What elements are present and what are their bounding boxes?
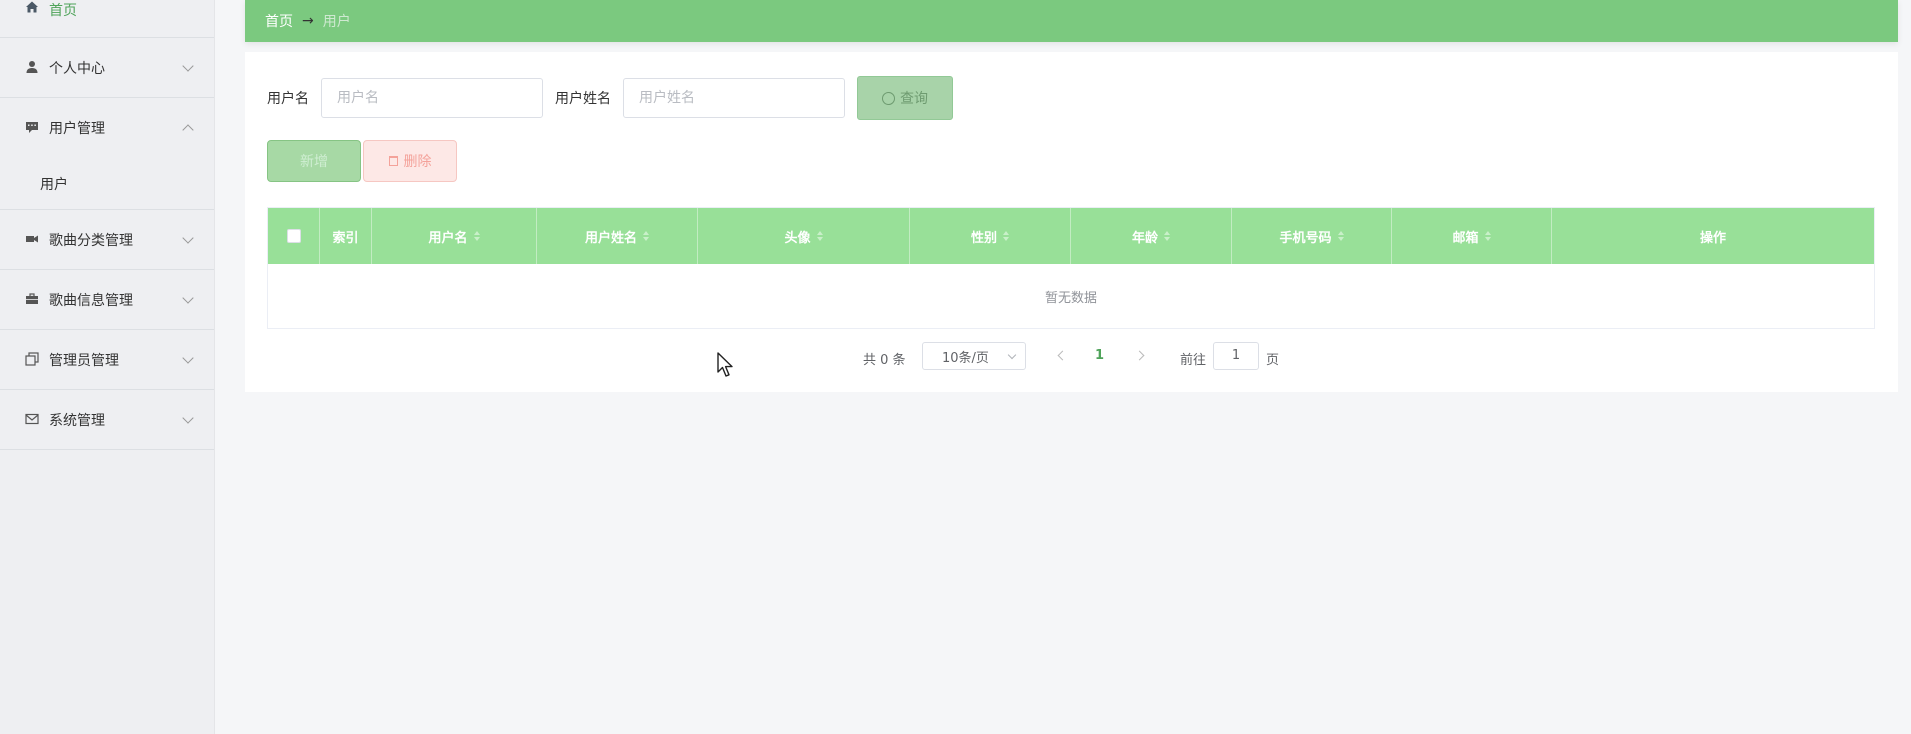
column-label: 邮箱	[1452, 230, 1479, 246]
column-label: 头像	[784, 230, 811, 246]
goto-label: 前往	[1180, 353, 1207, 368]
delete-button-label: 删除	[403, 154, 432, 170]
select-all-checkbox[interactable]	[286, 229, 301, 243]
trash-icon	[388, 156, 398, 166]
column-header-actions: 操作	[1552, 208, 1874, 264]
sidebar-item-label: 用户管理	[49, 121, 105, 137]
column-header-realname[interactable]: 用户姓名	[537, 208, 698, 264]
search-form: 用户名 用户姓名 查询	[267, 76, 953, 120]
delete-button[interactable]: 删除	[363, 140, 457, 182]
add-button-label: 新增	[300, 154, 328, 170]
chevron-down-icon	[1007, 350, 1017, 360]
table-header: 索引 用户名 用户姓名 头像 性别 年龄 手机号码 邮箱 操作	[268, 208, 1874, 264]
main-panel: 用户名 用户姓名 查询 新增 删除 索引 用户名 用户姓名	[245, 52, 1898, 392]
sidebar-item-label: 个人中心	[49, 60, 105, 77]
sidebar-item-label: 歌曲信息管理	[49, 292, 133, 309]
copy-icon	[24, 351, 40, 368]
table-empty-state: 暂无数据	[268, 264, 1874, 328]
sidebar-item-admin-management[interactable]: 管理员管理	[0, 330, 214, 390]
breadcrumb-current: 用户	[322, 14, 351, 30]
next-page-icon[interactable]	[1134, 350, 1145, 361]
column-header-email[interactable]: 邮箱	[1392, 208, 1552, 264]
prev-page-icon[interactable]	[1057, 350, 1068, 361]
realname-label: 用户姓名	[555, 91, 611, 107]
sort-icon[interactable]	[1164, 231, 1170, 241]
sort-icon[interactable]	[1003, 231, 1009, 241]
sidebar-item-label: 歌曲分类管理	[49, 232, 133, 249]
search-icon	[882, 91, 895, 105]
breadcrumb-separator: →	[302, 13, 314, 29]
sort-icon[interactable]	[1337, 231, 1344, 241]
chevron-down-icon	[182, 411, 194, 424]
column-label: 用户名	[428, 230, 468, 246]
column-header-phone[interactable]: 手机号码	[1232, 208, 1392, 264]
mail-icon	[24, 412, 40, 428]
column-label: 年龄	[1131, 230, 1158, 246]
message-icon	[24, 120, 40, 136]
user-table: 索引 用户名 用户姓名 头像 性别 年龄 手机号码 邮箱 操作 暂无数据	[267, 207, 1875, 329]
chevron-down-icon	[182, 59, 194, 72]
column-header-index: 索引	[320, 208, 372, 264]
sidebar: 首页 个人中心 用户管理 用户 歌曲分类管理 歌曲信息管理 管理员管理 系统管理	[0, 0, 215, 734]
sort-icon[interactable]	[643, 231, 649, 241]
sidebar-item-song-info[interactable]: 歌曲信息管理	[0, 270, 214, 330]
username-input[interactable]	[321, 78, 543, 118]
sidebar-item-personal-center[interactable]: 个人中心	[0, 38, 214, 98]
chevron-up-icon	[182, 124, 194, 136]
empty-text: 暂无数据	[1044, 290, 1097, 306]
sidebar-item-song-category[interactable]: 歌曲分类管理	[0, 210, 214, 270]
column-label: 索引	[332, 230, 359, 246]
goto-page-input[interactable]: 1	[1213, 342, 1259, 370]
page-size-value: 10条/页	[942, 350, 989, 366]
sidebar-item-label: 首页	[49, 3, 77, 19]
page-size-select[interactable]: 10条/页	[922, 342, 1026, 370]
mouse-cursor-icon	[717, 352, 733, 377]
select-all-cell	[268, 208, 320, 264]
page-number-current[interactable]: 1	[1095, 348, 1104, 363]
chevron-down-icon	[182, 351, 194, 364]
home-icon	[24, 0, 40, 16]
sidebar-item-label: 系统管理	[49, 412, 105, 429]
sidebar-subitem-user[interactable]: 用户	[0, 158, 214, 210]
add-button[interactable]: 新增	[267, 140, 361, 182]
sort-icon[interactable]	[1484, 231, 1491, 241]
column-header-username[interactable]: 用户名	[372, 208, 537, 264]
column-header-age[interactable]: 年龄	[1071, 208, 1232, 264]
sort-icon[interactable]	[473, 231, 480, 241]
query-button[interactable]: 查询	[857, 76, 953, 120]
column-label: 操作	[1699, 230, 1726, 246]
sidebar-item-user-management[interactable]: 用户管理	[0, 98, 214, 158]
sidebar-item-system-management[interactable]: 系统管理	[0, 390, 214, 450]
realname-input[interactable]	[623, 78, 845, 118]
sort-icon[interactable]	[816, 231, 823, 241]
query-button-label: 查询	[900, 91, 928, 107]
sidebar-item-home[interactable]: 首页	[0, 0, 214, 38]
user-icon	[24, 60, 40, 76]
column-header-gender[interactable]: 性别	[910, 208, 1071, 264]
column-label: 用户姓名	[584, 230, 637, 246]
pagination: 共 0 条 10条/页 1 前往 1 页	[245, 342, 1898, 372]
breadcrumb: 首页 → 用户	[245, 0, 1898, 42]
chevron-down-icon	[182, 291, 194, 304]
page-unit-label: 页	[1266, 353, 1280, 368]
chevron-down-icon	[182, 231, 194, 244]
column-header-avatar[interactable]: 头像	[698, 208, 910, 264]
briefcase-icon	[24, 292, 40, 308]
column-label: 手机号码	[1279, 230, 1332, 246]
breadcrumb-home[interactable]: 首页	[265, 11, 293, 31]
sidebar-item-label: 管理员管理	[49, 352, 119, 369]
username-label: 用户名	[267, 91, 309, 107]
pagination-total: 共 0 条	[863, 353, 906, 368]
column-label: 性别	[970, 230, 997, 246]
video-icon	[24, 232, 40, 248]
sidebar-subitem-label: 用户	[40, 176, 68, 193]
